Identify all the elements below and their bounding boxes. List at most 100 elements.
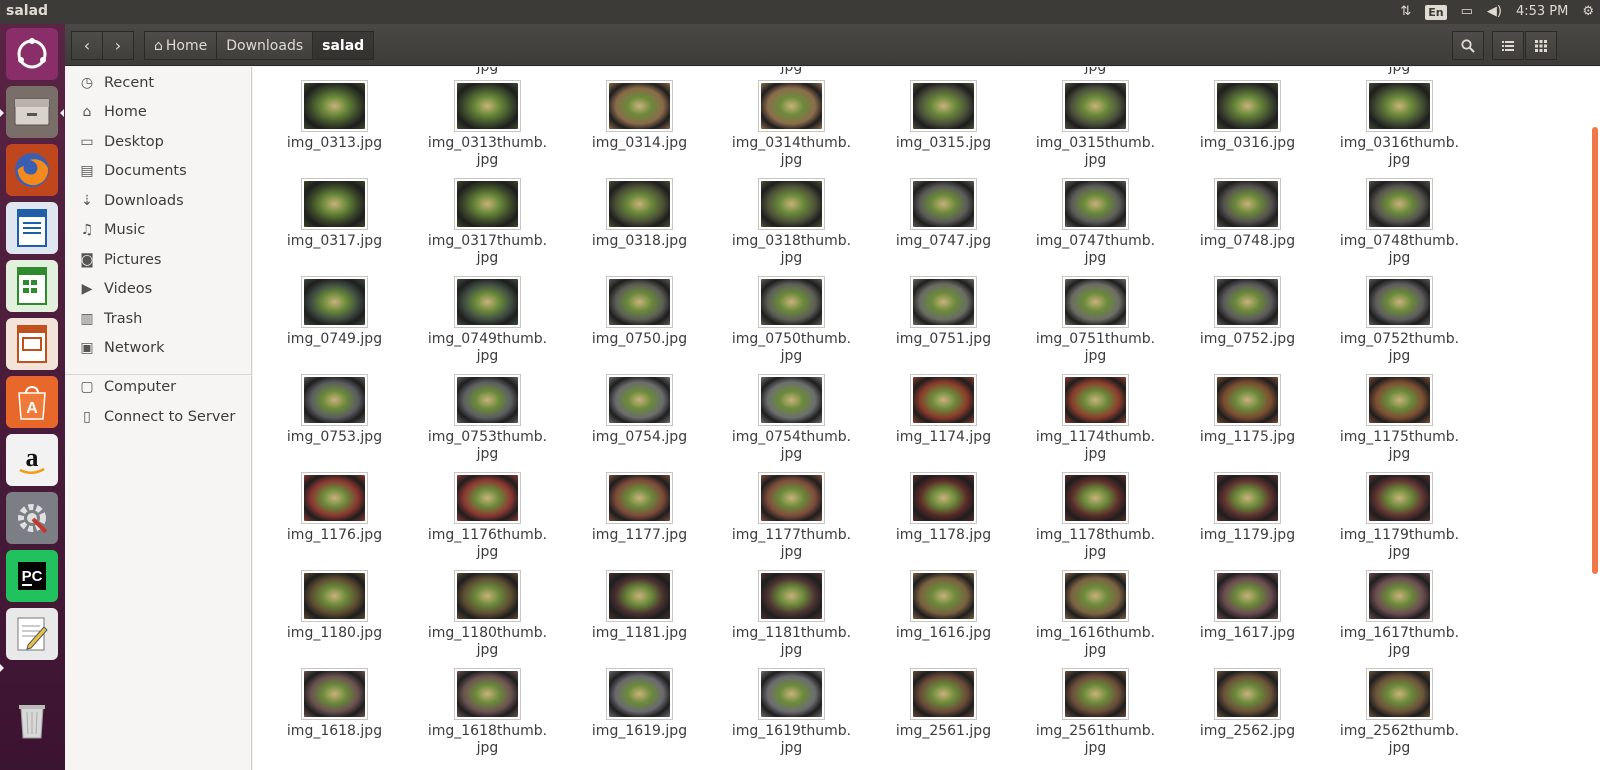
breadcrumb-home[interactable]: ⌂ Home (144, 31, 218, 60)
file-item[interactable]: img_1617thumb. jpg (1322, 570, 1477, 660)
file-item[interactable]: img_1179.jpg (1170, 472, 1325, 562)
breadcrumb-downloads[interactable]: Downloads (216, 31, 314, 60)
file-item[interactable]: img_2561.jpg (866, 668, 1021, 758)
impress-icon[interactable] (6, 318, 58, 370)
file-item[interactable]: img_0750thumb. jpg (714, 276, 869, 366)
file-item[interactable]: img_0317.jpg (257, 178, 412, 268)
file-item[interactable]: img_1178.jpg (866, 472, 1021, 562)
sidebar-item-home[interactable]: ⌂ Home (65, 98, 252, 126)
sidebar-item-network[interactable]: ▣ Network (65, 334, 252, 362)
file-item[interactable]: img_0754.jpg (562, 374, 717, 464)
grid-view-button[interactable] (1525, 31, 1557, 60)
file-item[interactable]: img_0316thumb. jpg (1322, 80, 1477, 170)
pycharm-icon[interactable]: PC (6, 550, 58, 602)
file-item[interactable]: img_1619.jpg (562, 668, 717, 758)
file-item[interactable]: img_1180thumb. jpg (410, 570, 565, 660)
dash-home-icon[interactable] (6, 28, 58, 80)
sidebar-item-downloads[interactable]: ⇣ Downloads (65, 187, 252, 215)
file-item[interactable]: img_0748.jpg (1170, 178, 1325, 268)
file-item[interactable]: img_0752.jpg (1170, 276, 1325, 366)
sidebar-item-connect-to-server[interactable]: ▯ Connect to Server (65, 403, 252, 431)
image-thumbnail (606, 472, 673, 524)
sidebar-item-recent[interactable]: ◷ Recent (65, 69, 252, 97)
file-item[interactable]: img_0318thumb. jpg (714, 178, 869, 268)
file-item[interactable]: img_0751thumb. jpg (1018, 276, 1173, 366)
network-updown-icon[interactable]: ⇅ (1400, 0, 1411, 24)
sidebar-item-computer[interactable]: ▢ Computer (65, 373, 252, 401)
writer-icon[interactable] (6, 202, 58, 254)
file-item[interactable]: img_0314thumb. jpg (714, 80, 869, 170)
file-item[interactable]: img_0747.jpg (866, 178, 1021, 268)
file-item[interactable]: img_1618thumb. jpg (410, 668, 565, 758)
file-item[interactable]: img_0318.jpg (562, 178, 717, 268)
amazon-icon[interactable]: a (6, 434, 58, 486)
file-item[interactable]: img_1176thumb. jpg (410, 472, 565, 562)
calc-icon[interactable] (6, 260, 58, 312)
trash-icon[interactable] (6, 694, 58, 746)
file-item[interactable]: img_1617.jpg (1170, 570, 1325, 660)
file-item[interactable]: img_0753thumb. jpg (410, 374, 565, 464)
file-item[interactable]: img_1174thumb. jpg (1018, 374, 1173, 464)
file-item[interactable]: img_1179thumb. jpg (1322, 472, 1477, 562)
keyboard-layout-indicator[interactable]: En (1425, 4, 1447, 20)
file-item[interactable]: img_1180.jpg (257, 570, 412, 660)
file-item[interactable]: img_2561thumb. jpg (1018, 668, 1173, 758)
file-item[interactable]: img_1177.jpg (562, 472, 717, 562)
file-item[interactable]: img_0752thumb. jpg (1322, 276, 1477, 366)
scrollbar-thumb[interactable] (1592, 127, 1598, 574)
battery-icon[interactable]: ▭ (1461, 0, 1473, 24)
file-item[interactable]: img_0317thumb. jpg (410, 178, 565, 268)
forward-button[interactable]: › (102, 31, 134, 60)
file-item[interactable]: img_1175thumb. jpg (1322, 374, 1477, 464)
file-item[interactable]: img_1177thumb. jpg (714, 472, 869, 562)
file-item[interactable]: img_1176.jpg (257, 472, 412, 562)
file-item[interactable]: img_0753.jpg (257, 374, 412, 464)
search-button[interactable] (1452, 31, 1484, 60)
clock[interactable]: 4:53 PM (1516, 0, 1568, 24)
sidebar-item-music[interactable]: ♫ Music (65, 216, 252, 244)
file-item[interactable]: img_0313thumb. jpg (410, 80, 565, 170)
system-settings-icon[interactable] (6, 492, 58, 544)
file-item[interactable]: img_1618.jpg (257, 668, 412, 758)
volume-icon[interactable]: ◀) (1487, 0, 1502, 24)
session-gear-icon[interactable]: ⚙ (1582, 0, 1594, 24)
back-button[interactable]: ‹ (71, 31, 103, 60)
sidebar-item-pictures[interactable]: ◙ Pictures (65, 246, 252, 274)
file-item[interactable]: img_0754thumb. jpg (714, 374, 869, 464)
file-item[interactable]: img_0313.jpg (257, 80, 412, 170)
image-thumbnail (1214, 80, 1281, 132)
sidebar-item-label: Documents (104, 163, 187, 179)
file-item[interactable]: img_2562thumb. jpg (1322, 668, 1477, 758)
image-thumbnail (910, 178, 977, 230)
list-view-button[interactable] (1492, 31, 1524, 60)
sidebar-item-trash[interactable]: ▥ Trash (65, 305, 252, 333)
file-item[interactable]: img_1616thumb. jpg (1018, 570, 1173, 660)
file-item[interactable]: img_2562.jpg (1170, 668, 1325, 758)
file-item[interactable]: img_0315thumb. jpg (1018, 80, 1173, 170)
file-item[interactable]: img_0749thumb. jpg (410, 276, 565, 366)
file-item[interactable]: img_1174.jpg (866, 374, 1021, 464)
breadcrumb-current[interactable]: salad (312, 31, 375, 60)
file-item[interactable]: img_0314.jpg (562, 80, 717, 170)
sidebar-item-videos[interactable]: ▶ Videos (65, 275, 252, 303)
file-item[interactable]: img_1619thumb. jpg (714, 668, 869, 758)
software-center-icon[interactable]: A (6, 376, 58, 428)
file-item[interactable]: img_0751.jpg (866, 276, 1021, 366)
sidebar-item-desktop[interactable]: ▭ Desktop (65, 128, 252, 156)
file-item[interactable]: img_0316.jpg (1170, 80, 1325, 170)
file-item[interactable]: img_1181thumb. jpg (714, 570, 869, 660)
sidebar-item-documents[interactable]: ▤ Documents (65, 157, 252, 185)
files-icon[interactable] (6, 86, 58, 138)
text-editor-icon[interactable] (6, 608, 58, 660)
file-item[interactable]: img_1175.jpg (1170, 374, 1325, 464)
firefox-icon[interactable] (6, 144, 58, 196)
file-item[interactable]: img_0747thumb. jpg (1018, 178, 1173, 268)
file-item[interactable]: img_0748thumb. jpg (1322, 178, 1477, 268)
file-item[interactable]: img_0315.jpg (866, 80, 1021, 170)
file-item[interactable]: img_1616.jpg (866, 570, 1021, 660)
file-item[interactable]: img_1178thumb. jpg (1018, 472, 1173, 562)
file-item[interactable]: img_0749.jpg (257, 276, 412, 366)
file-item[interactable]: img_1181.jpg (562, 570, 717, 660)
svg-text:A: A (26, 400, 38, 417)
file-item[interactable]: img_0750.jpg (562, 276, 717, 366)
